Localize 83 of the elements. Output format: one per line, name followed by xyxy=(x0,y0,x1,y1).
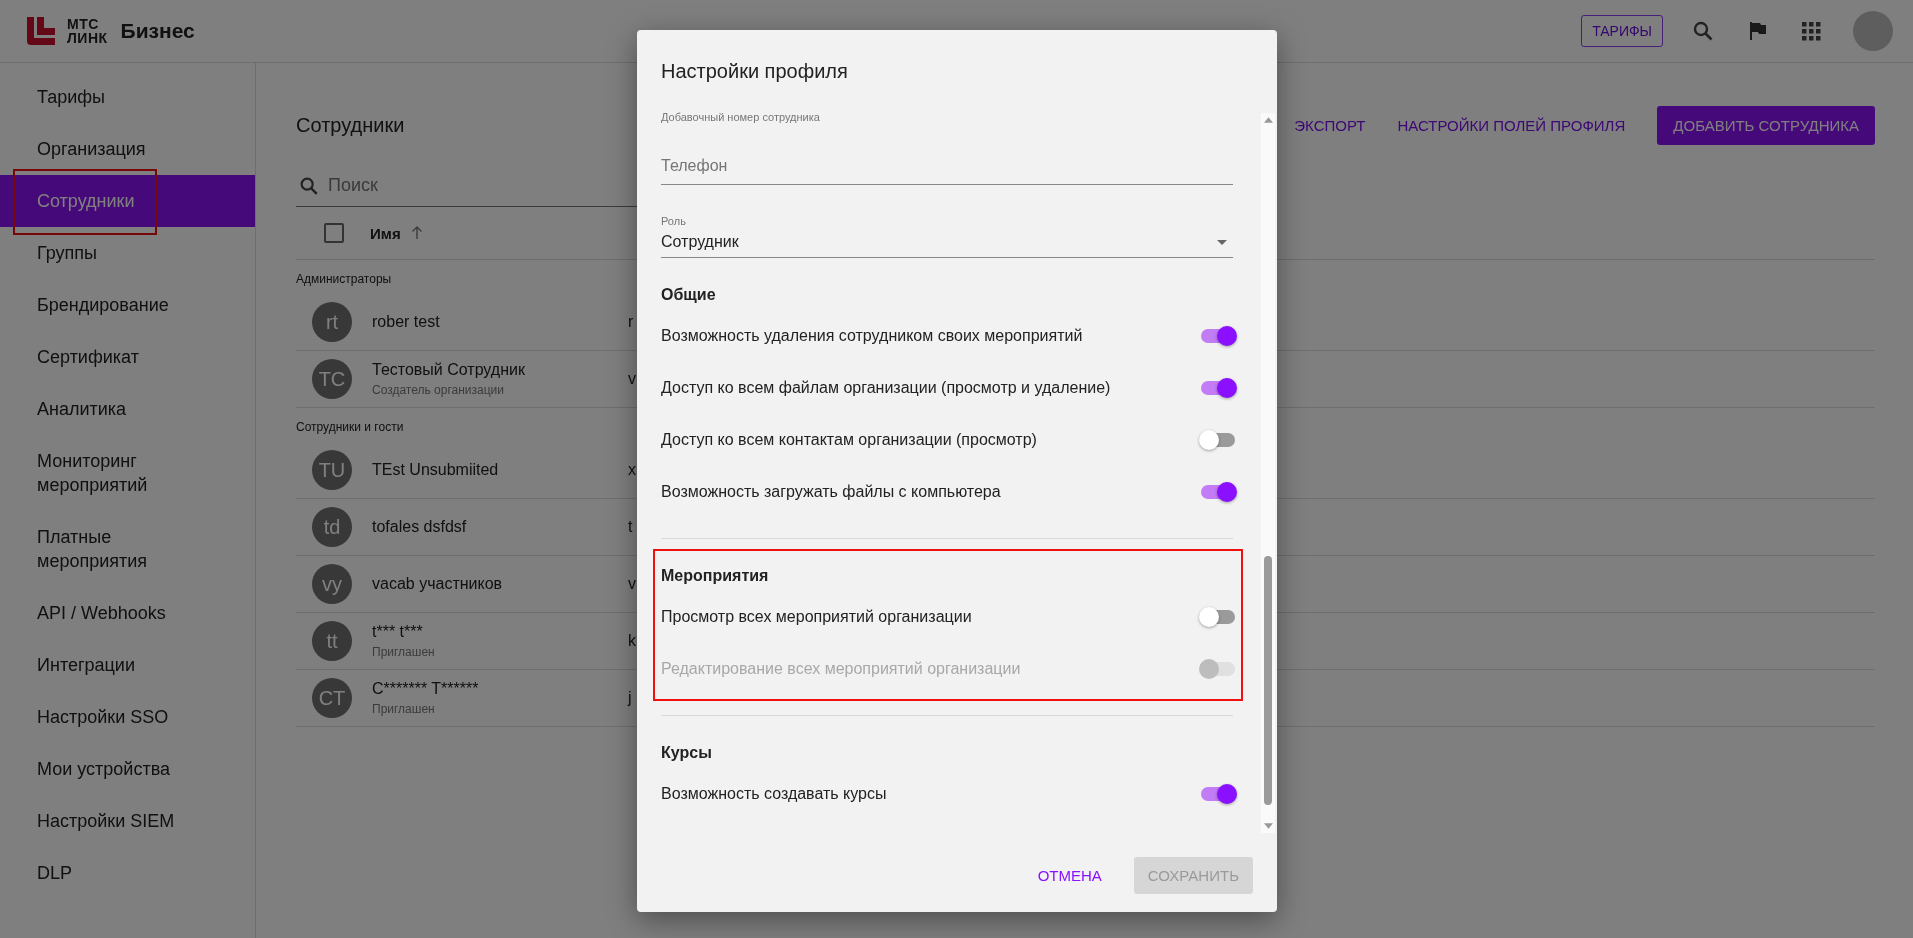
avatar: vy xyxy=(312,564,352,604)
table-cell: v xyxy=(628,575,636,593)
employee-subtitle: Создатель организации xyxy=(372,383,505,397)
employee-name: vacab участников xyxy=(372,575,504,593)
toggle-switch[interactable] xyxy=(1199,326,1237,346)
table-cell: k xyxy=(628,632,636,650)
employee-name: C******* T****** xyxy=(372,680,480,698)
sidebar-item[interactable]: Организация xyxy=(0,123,255,175)
column-header[interactable]: Имя xyxy=(370,224,401,242)
sidebar-item[interactable]: Тарифы xyxy=(0,71,255,123)
sidebar-item[interactable]: Группы xyxy=(0,227,255,279)
apps-grid-icon[interactable] xyxy=(1799,19,1823,43)
toggle-label: Просмотр всех мероприятий организации xyxy=(661,608,972,626)
section-title: Курсы xyxy=(661,744,713,762)
role-select[interactable]: Роль Сотрудник xyxy=(661,215,1233,258)
sidebar-item[interactable]: API / Webhooks xyxy=(0,587,255,639)
select-all-checkbox[interactable] xyxy=(324,223,344,243)
employee-name: Тестовый Сотрудник xyxy=(372,361,526,379)
table-cell: r xyxy=(628,313,634,331)
sidebar-item[interactable]: DLP xyxy=(0,847,255,899)
avatar: td xyxy=(312,507,352,547)
avatar: tt xyxy=(312,621,352,661)
employee-subtitle: Приглашен xyxy=(372,645,436,659)
toggle-switch[interactable] xyxy=(1199,430,1237,450)
table-cell: t xyxy=(628,518,633,536)
caret-icon xyxy=(1217,239,1227,245)
user-avatar[interactable] xyxy=(1853,11,1893,51)
search-icon xyxy=(298,175,320,197)
action-button[interactable]: ДОБАВИТЬ СОТРУДНИКА xyxy=(1657,105,1875,145)
toggle-switch[interactable] xyxy=(1199,378,1237,398)
logo-icon xyxy=(27,17,55,45)
sidebar-item[interactable]: Сертификат xyxy=(0,331,255,383)
avatar: CT xyxy=(312,678,352,718)
employee-subtitle: Приглашен xyxy=(372,702,436,716)
group-title: Сотрудники и гости xyxy=(296,419,404,436)
scroll-up-icon[interactable] xyxy=(1263,117,1273,123)
employee-name: rober test xyxy=(372,313,441,331)
toggle-label: Доступ ко всем контактам организации (просмотр) xyxy=(661,431,1037,449)
logo-text: ЛИНК xyxy=(67,31,108,45)
phone-field[interactable]: Телефон xyxy=(661,123,1233,185)
toggle-label: Возможность создавать курсы xyxy=(661,785,887,803)
tariffs-button[interactable]: ТАРИФЫ xyxy=(1581,15,1663,47)
field-label: Добавочный номер сотрудника xyxy=(661,111,821,123)
toggle-label: Редактирование всех мероприятий организации xyxy=(661,660,1021,678)
search-icon[interactable] xyxy=(1691,19,1715,43)
section-title: Общие xyxy=(661,286,717,304)
action-button[interactable]: НАСТРОЙКИ ПОЛЕЙ ПРОФИЛЯ xyxy=(1397,106,1626,144)
sidebar-item[interactable]: Настройки SSO xyxy=(0,691,255,743)
table-cell: j xyxy=(628,689,632,707)
sidebar-item[interactable]: Мониторинг мероприятий xyxy=(0,435,255,511)
sidebar-item[interactable]: Мои устройства xyxy=(0,743,255,795)
avatar: TC xyxy=(312,359,352,399)
group-title: Администраторы xyxy=(296,271,392,288)
toggle-switch[interactable] xyxy=(1199,607,1237,627)
toggle-label: Возможность удаления сотрудником своих мероприятий xyxy=(661,327,1083,345)
sidebar-item[interactable]: Аналитика xyxy=(0,383,255,435)
logo-text: МТС xyxy=(67,17,100,31)
table-cell: v xyxy=(628,370,636,388)
action-button[interactable]: ЭКСПОРТ xyxy=(1294,106,1366,144)
toggle-switch[interactable] xyxy=(1199,784,1237,804)
sidebar-item[interactable]: Платные мероприятия xyxy=(0,511,255,587)
toggle-label: Возможность загружать файлы с компьютера xyxy=(661,483,1001,501)
sidebar-item[interactable]: Настройки SIEM xyxy=(0,795,255,847)
sidebar-item[interactable]: Брендирование xyxy=(0,279,255,331)
scrollbar-thumb[interactable] xyxy=(1264,556,1272,806)
scrollbar[interactable] xyxy=(1261,113,1275,833)
product-name: Бизнес xyxy=(120,19,195,43)
table-cell: x xyxy=(628,461,636,479)
employee-name: t*** t*** xyxy=(372,623,424,641)
cancel-button[interactable]: ОТМЕНА xyxy=(1037,858,1102,893)
page-title: Сотрудники xyxy=(296,113,405,137)
sort-arrow-icon[interactable] xyxy=(410,226,423,240)
toggle-switch[interactable] xyxy=(1199,482,1237,502)
avatar: rt xyxy=(312,302,352,342)
toggle-label: Доступ ко всем файлам организации (просмотр и удаление) xyxy=(661,379,1111,397)
sidebar-item[interactable]: Сотрудники xyxy=(0,175,255,227)
employee-name: TEst Unsubmiited xyxy=(372,461,500,479)
scroll-down-icon[interactable] xyxy=(1263,823,1273,829)
avatar: TU xyxy=(312,450,352,490)
employee-name: tofales dsfdsf xyxy=(372,518,468,536)
dialog-title: Настройки профиля xyxy=(660,59,849,84)
sidebar-item[interactable]: Интеграции xyxy=(0,639,255,691)
section-title: Мероприятия xyxy=(661,567,770,585)
